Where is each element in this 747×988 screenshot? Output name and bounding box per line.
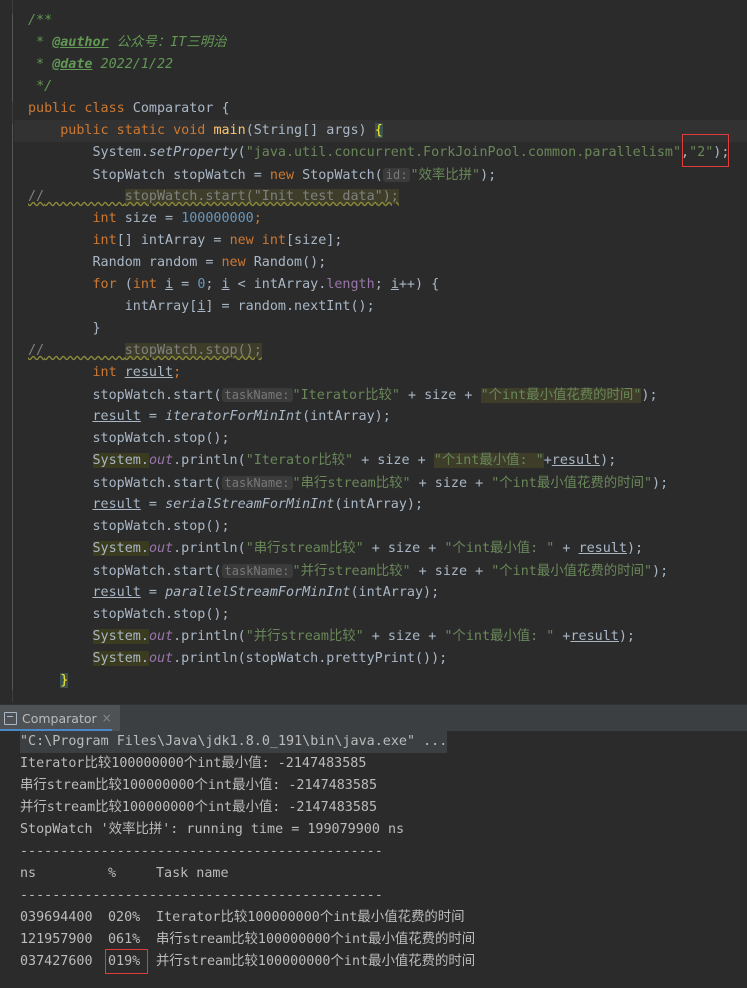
- code-line: StopWatch stopWatch = new StopWatch(id: "…: [92, 168, 497, 183]
- code-line: stopWatch.stop();: [92, 519, 230, 534]
- code-line: stopWatch.start(taskName: "串行stream比较" + …: [92, 476, 669, 491]
- code-line: System.out.println(stopWatch.prettyPrint…: [92, 651, 448, 666]
- code-line: result = serialStreamForMinInt(intArray)…: [92, 497, 424, 512]
- run-console-icon: [4, 711, 17, 725]
- row-task: Iterator比较100000000个int最小值花费的时间: [156, 910, 465, 925]
- code-line: /**: [28, 13, 53, 28]
- row-ns: 037427600: [20, 954, 93, 969]
- main-method-declaration: public static void main(String[] args) {: [60, 123, 383, 138]
- run-tab-comparator[interactable]: Comparator ×: [0, 705, 120, 731]
- parameter-hint: taskName:: [221, 388, 293, 402]
- fold-marker: [12, 14, 13, 102]
- code-line: * @author 公众号：IT三明治: [28, 35, 227, 50]
- code-line: int result;: [92, 365, 182, 380]
- console-table-header: ns% Task name: [20, 863, 229, 885]
- console-separator: ----------------------------------------…: [20, 844, 383, 859]
- row-percent: 020%: [108, 910, 141, 925]
- code-line: stopWatch.stop();: [92, 607, 230, 622]
- code-line: Random random = new Random();: [92, 255, 327, 270]
- table-row: 039694400 020% Iterator比较100000000个int最小值花…: [20, 907, 465, 929]
- code-line: int size = 100000000;: [92, 211, 262, 226]
- parameter-hint: taskName:: [221, 476, 293, 490]
- header-task-name: Task name: [156, 866, 229, 881]
- parameter-hint: taskName:: [221, 564, 293, 578]
- code-line: result = parallelStreamForMinInt(intArra…: [92, 585, 440, 600]
- console-output-line: Iterator比较100000000个int最小值: -2147483585: [20, 756, 367, 771]
- console-separator: ----------------------------------------…: [20, 888, 383, 903]
- run-console[interactable]: "C:\Program Files\Java\jdk1.8.0_191\bin\…: [0, 731, 747, 988]
- code-line: System.out.println("Iterator比较" + size +…: [92, 453, 617, 468]
- code-line: System.out.println("并行stream比较" + size +…: [92, 629, 635, 644]
- console-command-line[interactable]: "C:\Program Files\Java\jdk1.8.0_191\bin\…: [20, 731, 448, 753]
- row-ns: 121957900: [20, 932, 93, 947]
- row-percent: 061%: [108, 932, 141, 947]
- code-line: result = iteratorForMinInt(intArray);: [92, 409, 391, 424]
- row-task: 串行stream比较100000000个int最小值花费的时间: [156, 932, 476, 947]
- table-row: 037427600 019% 并行stream比较100000000个int最小值花…: [20, 951, 475, 973]
- code-line: intArray[i] = random.nextInt();: [124, 299, 375, 314]
- parameter-hint: id:: [382, 168, 411, 182]
- close-icon[interactable]: ×: [102, 711, 112, 725]
- commented-code-line: // stopWatch.start("Init test data");: [28, 189, 399, 204]
- code-line: }: [60, 673, 69, 688]
- commented-code-line: // stopWatch.stop();: [28, 343, 262, 358]
- code-line: for (int i = 0; i < intArray.length; i++…: [92, 277, 440, 292]
- run-tab-label: Comparator: [22, 710, 97, 726]
- code-line: System.setProperty("java.util.concurrent…: [92, 145, 730, 160]
- code-line: stopWatch.start(taskName: "并行stream比较" + …: [92, 564, 669, 579]
- percent-highlight-box: [105, 949, 148, 974]
- code-line: */: [36, 79, 53, 94]
- header-percent: %: [108, 866, 117, 881]
- code-line: int[] intArray = new int[size];: [92, 233, 343, 248]
- code-line: stopWatch.stop();: [92, 431, 230, 446]
- table-row: 121957900 061% 串行stream比较100000000个int最小值花…: [20, 929, 475, 951]
- parallelism-highlight-box: [682, 134, 729, 167]
- header-ns: ns: [20, 866, 37, 881]
- row-task: 并行stream比较100000000个int最小值花费的时间: [156, 954, 476, 969]
- console-output-line: 串行stream比较100000000个int最小值: -2147483585: [20, 778, 378, 793]
- console-output-line: StopWatch '效率比拼': running time = 1990799…: [20, 822, 405, 837]
- code-line: System.out.println("串行stream比较" + size +…: [92, 541, 644, 556]
- code-line: * @date 2022/1/22: [28, 57, 174, 72]
- row-ns: 039694400: [20, 910, 93, 925]
- code-editor[interactable]: /** * @author 公众号：IT三明治 * @date 2022/1/2…: [0, 0, 747, 702]
- fold-marker: [12, 124, 13, 690]
- console-output-line: 并行stream比较100000000个int最小值: -2147483585: [20, 800, 378, 815]
- code-line: }: [92, 321, 101, 336]
- run-tool-window-header: Comparator ×: [0, 704, 747, 731]
- code-line: stopWatch.start(taskName: "Iterator比较" + …: [92, 388, 658, 403]
- class-declaration: public class Comparator {: [28, 101, 230, 116]
